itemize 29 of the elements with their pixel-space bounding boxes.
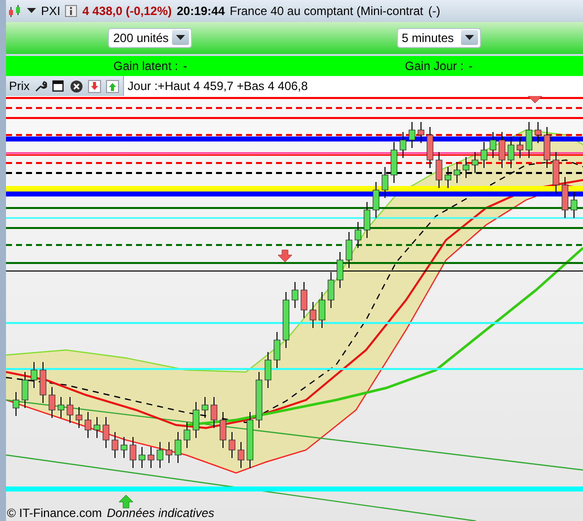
gain-value: -: [468, 59, 473, 74]
time-label: 20:19:44: [176, 4, 225, 18]
caret-icon: [27, 8, 36, 14]
caret-icon: [176, 35, 186, 40]
arrow-up-icon[interactable]: [104, 78, 120, 94]
dropdown-button[interactable]: [460, 30, 478, 46]
disclaimer-text: Données indicatives: [106, 506, 214, 520]
candlestick-icon: [8, 4, 22, 18]
instrument-name: France 40 au comptant (Mini-contrat: [230, 4, 424, 18]
dropdown-button[interactable]: [172, 30, 190, 46]
arrow-down-icon: [278, 250, 292, 262]
copyright-text: © IT-Finance.com: [7, 506, 102, 520]
day-range-text: Jour :+Haut 4 459,7 +Bas 4 406,8: [128, 79, 308, 93]
window-icon[interactable]: [50, 78, 66, 94]
price-change: 4 438,0 (-0,12%): [82, 4, 172, 18]
close-icon[interactable]: [68, 78, 84, 94]
arrow-down-icon: [528, 96, 542, 104]
gain-value: -: [183, 59, 188, 74]
arrow-down-icon[interactable]: [86, 78, 102, 94]
dropdown[interactable]: 5 minutes: [396, 28, 481, 48]
info-icon[interactable]: [65, 4, 78, 17]
status-label: (-): [428, 4, 440, 18]
gain-label: Gain latent :: [113, 59, 178, 74]
symbol-label: PXI: [41, 4, 60, 18]
dropdown[interactable]: 200 unités: [108, 28, 192, 48]
arrow-up-icon: [118, 494, 134, 508]
gain-label: Gain Jour :: [404, 59, 464, 74]
caret-icon: [464, 35, 474, 40]
price-label: Prix: [9, 79, 30, 93]
